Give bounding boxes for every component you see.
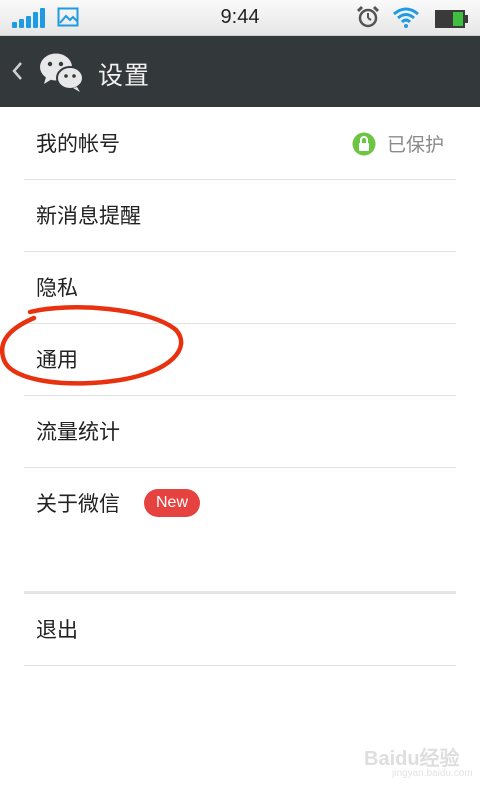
settings-item-privacy[interactable]: 隐私 [24, 252, 456, 324]
settings-item-my-account[interactable]: 我的帐号 已保护 [24, 108, 456, 180]
settings-item-about[interactable]: 关于微信 New [24, 468, 456, 539]
status-bar: 9:44 [0, 0, 480, 36]
new-badge: New [144, 489, 201, 517]
settings-item-notifications[interactable]: 新消息提醒 [24, 180, 456, 252]
section-divider [24, 539, 456, 594]
settings-item-general[interactable]: 通用 [24, 324, 456, 396]
watermark-logo: Baidu经验 [364, 748, 460, 770]
settings-list: 我的帐号 已保护 新消息提醒 隐私 通用 流量统计 关于微信 New 退出 [24, 108, 456, 666]
alarm-clock-icon [356, 5, 380, 28]
settings-item-label: 流量统计 [36, 420, 120, 444]
page-title: 设置 [98, 61, 151, 90]
logout-button[interactable]: 退出 [24, 594, 456, 666]
watermark-url: jingyan.baidu.com [392, 768, 473, 779]
account-protected-status: 已保护 [386, 134, 444, 156]
logout-label: 退出 [36, 618, 78, 642]
settings-item-data-usage[interactable]: 流量统计 [24, 396, 456, 468]
title-bar: 设置 [0, 36, 480, 107]
back-chevron-icon[interactable] [10, 60, 24, 82]
lock-icon [352, 132, 376, 156]
settings-item-label: 新消息提醒 [36, 204, 141, 228]
wifi-icon [393, 7, 419, 28]
settings-item-label: 隐私 [36, 276, 78, 300]
battery-icon [435, 10, 468, 28]
wechat-logo-icon [40, 53, 84, 92]
settings-item-label: 通用 [36, 348, 78, 372]
settings-item-label: 关于微信 [36, 492, 120, 516]
settings-item-label: 我的帐号 [36, 132, 120, 156]
